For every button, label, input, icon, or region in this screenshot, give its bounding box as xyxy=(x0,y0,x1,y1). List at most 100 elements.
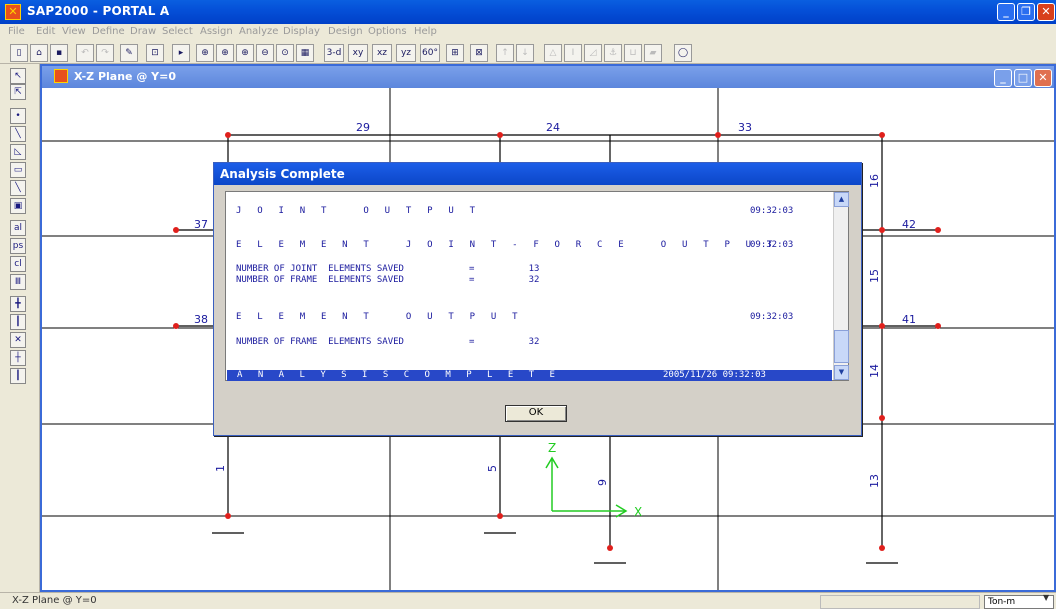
frame-label: 38 xyxy=(194,313,208,326)
pencil-icon[interactable]: ✎ xyxy=(120,44,138,62)
select-all-icon[interactable]: al xyxy=(10,220,26,236)
snap-ends-icon[interactable]: ┃ xyxy=(10,314,26,330)
intersecting-line-icon[interactable]: Ⅲ xyxy=(10,274,26,290)
lock-icon[interactable]: ⊡ xyxy=(146,44,164,62)
maximize-button[interactable]: ❐ xyxy=(1017,3,1035,21)
arrow-up-icon[interactable]: ↑ xyxy=(496,44,514,62)
app-title-bar[interactable]: ✕ SAP2000 - PORTAL A _ ❐ ✕ xyxy=(0,0,1056,24)
new-file-icon[interactable]: ▯ xyxy=(10,44,28,62)
menu-select[interactable]: Select xyxy=(162,26,193,37)
run-analysis-icon[interactable]: ▸ xyxy=(172,44,190,62)
chevron-down-icon[interactable]: ▼ xyxy=(1043,593,1049,602)
menu-options[interactable]: Options xyxy=(368,26,407,37)
analysis-complete-text: A N A L Y S I S C O M P L E T E xyxy=(237,370,560,380)
z-axis-label: Z xyxy=(548,441,556,455)
joint xyxy=(879,323,885,329)
menu-draw[interactable]: Draw xyxy=(130,26,156,37)
redo-icon[interactable]: ↷ xyxy=(96,44,114,62)
view-xz-button[interactable]: xz xyxy=(372,44,392,62)
menu-assign[interactable]: Assign xyxy=(200,26,233,37)
dialog-title: Analysis Complete xyxy=(220,167,345,181)
draw-frame-icon[interactable]: ╲ xyxy=(10,126,26,142)
minimize-button[interactable]: _ xyxy=(997,3,1015,21)
joint xyxy=(497,132,503,138)
open-folder-icon[interactable]: ⌂ xyxy=(30,44,48,62)
joint xyxy=(715,132,721,138)
snap-joints-icon[interactable]: ╋ xyxy=(10,296,26,312)
joint xyxy=(935,227,941,233)
support-icon[interactable]: △ xyxy=(544,44,562,62)
scroll-thumb[interactable] xyxy=(834,330,849,363)
log-scrollbar[interactable]: ▲ ▼ xyxy=(833,192,849,380)
quick-draw-frame-icon[interactable]: ╲ xyxy=(10,180,26,196)
frame-label: 16 xyxy=(868,174,881,188)
draw-area-icon[interactable]: ◺ xyxy=(10,144,26,160)
snap-intersection-icon[interactable]: ✕ xyxy=(10,332,26,348)
zoom-window-icon[interactable]: ⊕ xyxy=(196,44,214,62)
distributed-load-icon[interactable]: ⊔ xyxy=(624,44,642,62)
model-view-title: X-Z Plane @ Y=0 xyxy=(74,70,176,83)
log-line: E L E M E N T J O I N T - F O R C E O U … xyxy=(236,240,778,250)
menu-file[interactable]: File xyxy=(8,26,25,37)
view-rotate-button[interactable]: 60° xyxy=(420,44,440,62)
scroll-up-icon[interactable]: ▲ xyxy=(834,192,849,207)
zoom-out-icon[interactable]: ⊖ xyxy=(256,44,274,62)
draw-joint-icon[interactable]: • xyxy=(10,108,26,124)
view-3d-button[interactable]: 3-d xyxy=(324,44,344,62)
view-xy-button[interactable]: xy xyxy=(348,44,368,62)
complete-date: 2005/11/26 xyxy=(663,370,718,380)
frame-label: 37 xyxy=(194,218,208,231)
frame-label: 15 xyxy=(868,269,881,283)
load-icon[interactable]: ⚓ xyxy=(604,44,622,62)
quick-draw-area-icon[interactable]: ▣ xyxy=(10,198,26,214)
model-view-title-bar[interactable]: X-Z Plane @ Y=0 _ □ ✕ xyxy=(42,66,1054,88)
save-icon[interactable]: ▪ xyxy=(50,44,68,62)
view-yz-button[interactable]: yz xyxy=(396,44,416,62)
menu-define[interactable]: Define xyxy=(92,26,125,37)
frame-section-icon[interactable]: I xyxy=(564,44,582,62)
menu-view[interactable]: View xyxy=(62,26,86,37)
snap-line-icon[interactable]: ┃ xyxy=(10,368,26,384)
child-close-button[interactable]: ✕ xyxy=(1034,69,1052,87)
perspective-icon[interactable]: ⊞ xyxy=(446,44,464,62)
snap-perpendicular-icon[interactable]: ┼ xyxy=(10,350,26,366)
undo-icon[interactable]: ↶ xyxy=(76,44,94,62)
frame-label: 1 xyxy=(214,465,227,472)
log-line: NUMBER OF JOINT ELEMENTS SAVED = 13 xyxy=(236,264,540,274)
dialog-title-bar[interactable]: Analysis Complete xyxy=(214,163,861,185)
menu-bar: File Edit View Define Draw Select Assign… xyxy=(0,24,1056,42)
analysis-log[interactable]: J O I N T O U T P U T 09:32:03 E L E M E… xyxy=(225,191,849,381)
pan-icon[interactable]: ⊙ xyxy=(276,44,294,62)
scroll-down-icon[interactable]: ▼ xyxy=(834,365,849,380)
area-icon[interactable]: ◿ xyxy=(584,44,602,62)
pointer-icon[interactable]: ↖ xyxy=(10,68,26,84)
previous-select-icon[interactable]: ps xyxy=(10,238,26,254)
menu-display[interactable]: Display xyxy=(283,26,320,37)
menu-help[interactable]: Help xyxy=(414,26,437,37)
joint xyxy=(607,545,613,551)
close-button[interactable]: ✕ xyxy=(1037,3,1055,21)
ok-button[interactable]: OK xyxy=(505,405,567,422)
display-box-icon[interactable]: ⊠ xyxy=(470,44,488,62)
arrow-down-icon[interactable]: ↓ xyxy=(516,44,534,62)
sap2000-app-icon[interactable]: ✕ xyxy=(5,4,21,20)
joint xyxy=(497,513,503,519)
joint xyxy=(879,227,885,233)
clear-select-icon[interactable]: cl xyxy=(10,256,26,272)
status-panel xyxy=(820,595,980,609)
menu-design[interactable]: Design xyxy=(328,26,363,37)
analysis-complete-dialog: Analysis Complete J O I N T O U T P U T … xyxy=(213,162,862,436)
reshape-icon[interactable]: ⇱ xyxy=(10,84,26,100)
child-minimize-button[interactable]: _ xyxy=(994,69,1012,87)
frame-label: 41 xyxy=(902,313,916,326)
joint xyxy=(879,415,885,421)
hand-icon[interactable]: ▦ xyxy=(296,44,314,62)
zoom-in-icon[interactable]: ⊕ xyxy=(236,44,254,62)
child-maximize-button[interactable]: □ xyxy=(1014,69,1032,87)
menu-edit[interactable]: Edit xyxy=(36,26,55,37)
show-deformed-icon[interactable]: ◯ xyxy=(674,44,692,62)
menu-analyze[interactable]: Analyze xyxy=(239,26,278,37)
zoom-restore-icon[interactable]: ⊕ xyxy=(216,44,234,62)
draw-rect-area-icon[interactable]: ▭ xyxy=(10,162,26,178)
shell-icon[interactable]: ▰ xyxy=(644,44,662,62)
